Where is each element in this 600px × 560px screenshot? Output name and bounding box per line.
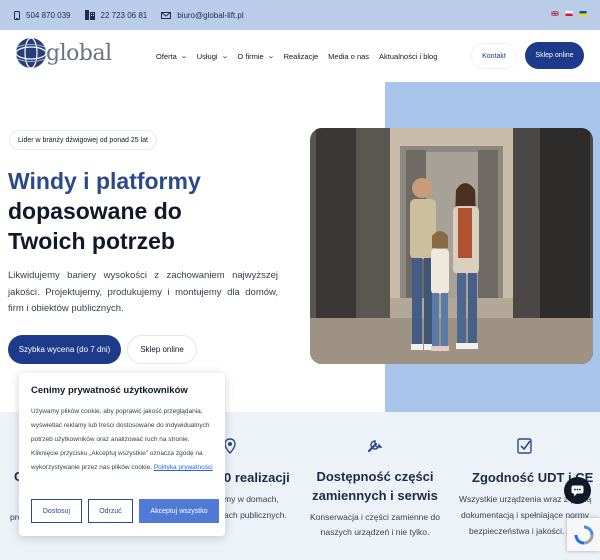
nav-item-oferta[interactable]: Oferta ⌄	[156, 51, 188, 61]
nav-label: Media o nas	[328, 51, 370, 61]
nav-label: Oferta	[156, 51, 177, 61]
hero-title-line3: Twoich potrzeb	[8, 228, 175, 254]
cookie-title: Cenimy prywatność użytkowników	[31, 385, 188, 396]
nav-item-uslugi[interactable]: Usługi ⌄	[196, 51, 229, 61]
phone-icon	[84, 10, 95, 20]
hero-shop-button[interactable]: Sklep online	[127, 335, 197, 364]
feature-4-text-line3: bezpieczeństwa i jakości.	[469, 526, 565, 536]
contact-button[interactable]: Kontakt	[471, 43, 517, 69]
feature-2-title-fragment: 0 realizacji	[224, 470, 290, 485]
phone-landline-number: 22 723 06 81	[100, 10, 148, 20]
cookie-body: Używamy plików cookie, aby poprawić jako…	[31, 408, 210, 471]
uk-flag-icon[interactable]	[550, 10, 560, 17]
ua-flag-icon[interactable]	[578, 10, 588, 17]
recaptcha-badge[interactable]	[567, 518, 600, 551]
quick-quote-button[interactable]: Szybka wycena (do 7 dni)	[8, 335, 121, 364]
nav-item-media[interactable]: Media o nas	[328, 52, 369, 61]
cookie-text: Używamy plików cookie, aby poprawić jako…	[31, 405, 213, 475]
cookie-accept-all-button[interactable]: Akceptuj wszystko	[139, 499, 219, 523]
globe-logo-icon	[15, 37, 47, 69]
main-nav: Oferta ⌄ Usługi ⌄ O firmie ⌄ Realizacje Med…	[156, 30, 447, 82]
nav-label: Realizacje	[283, 51, 319, 61]
chevron-down-icon: ⌄	[266, 53, 275, 60]
logo[interactable]: global	[14, 36, 112, 70]
cookie-buttons: Dostosuj Odrzuć Akceptuj wszystko	[31, 499, 219, 523]
envelope-icon	[161, 11, 172, 19]
hero-badge: Lider w branży dźwigowej od ponad 25 lat	[9, 130, 157, 150]
nav-item-o-firmie[interactable]: O firmie ⌄	[237, 51, 275, 61]
top-bar: 504 870 039 22 723 06 81 biuro@global-li…	[0, 0, 600, 30]
chat-bubble-icon	[571, 485, 584, 496]
cookie-reject-button[interactable]: Odrzuć	[88, 499, 133, 523]
email-link[interactable]: biuro@global-lift.pl	[161, 10, 244, 20]
feature-2-text-line1: my w domach,	[224, 494, 279, 504]
shop-button[interactable]: Sklep online	[525, 42, 584, 69]
map-pin-icon	[224, 438, 236, 454]
hero-title-line2: dopasowane do	[8, 198, 182, 224]
phone-mobile-number: 504 870 039	[26, 10, 71, 20]
nav-label: Usługi	[196, 51, 218, 61]
pl-flag-icon[interactable]	[564, 10, 574, 17]
site-header: global Oferta ⌄ Usługi ⌄ O firmie ⌄ Realiza…	[0, 30, 600, 82]
feature-2-text-line2: ach publicznych.	[224, 510, 287, 520]
cookie-consent-dialog: Cenimy prywatność użytkowników Używamy p…	[19, 373, 225, 536]
logo-text: global	[46, 40, 112, 66]
cookie-customize-button[interactable]: Dostosuj	[31, 499, 82, 523]
hero-lead: Likwidujemy bariery wysokości z zachowan…	[8, 270, 278, 314]
privacy-policy-link[interactable]: Polityka prywatności	[154, 464, 213, 471]
nav-label: O firmie	[237, 51, 264, 61]
mobile-phone-icon	[14, 10, 20, 20]
feature-3-title: Dostępność części zamiennych i serwis	[312, 469, 438, 503]
nav-item-blog[interactable]: Aktualności i blog	[379, 52, 437, 61]
nav-item-realizacje[interactable]: Realizacje	[284, 52, 319, 61]
email-address: biuro@global-lift.pl	[177, 10, 244, 20]
feature-3-text: Konserwacja i części zamienne do naszych…	[310, 512, 440, 537]
chevron-down-icon: ⌄	[179, 53, 188, 60]
checklist-icon	[517, 438, 532, 454]
phone-landline[interactable]: 22 723 06 81	[84, 10, 148, 20]
recaptcha-icon	[574, 525, 593, 544]
nav-label: Aktualności i blog	[379, 51, 438, 61]
chevron-down-icon: ⌄	[220, 53, 229, 60]
hero-title-line1: Windy i platformy	[8, 168, 201, 194]
chat-widget-button[interactable]	[564, 477, 591, 504]
language-switcher	[550, 10, 588, 17]
wrench-icon	[367, 440, 383, 453]
family-in-elevator-illustration	[310, 128, 593, 364]
phone-mobile[interactable]: 504 870 039	[14, 10, 71, 20]
hero-title: Windy i platformy dopasowane do Twoich p…	[8, 166, 298, 256]
hero-image	[310, 128, 593, 364]
